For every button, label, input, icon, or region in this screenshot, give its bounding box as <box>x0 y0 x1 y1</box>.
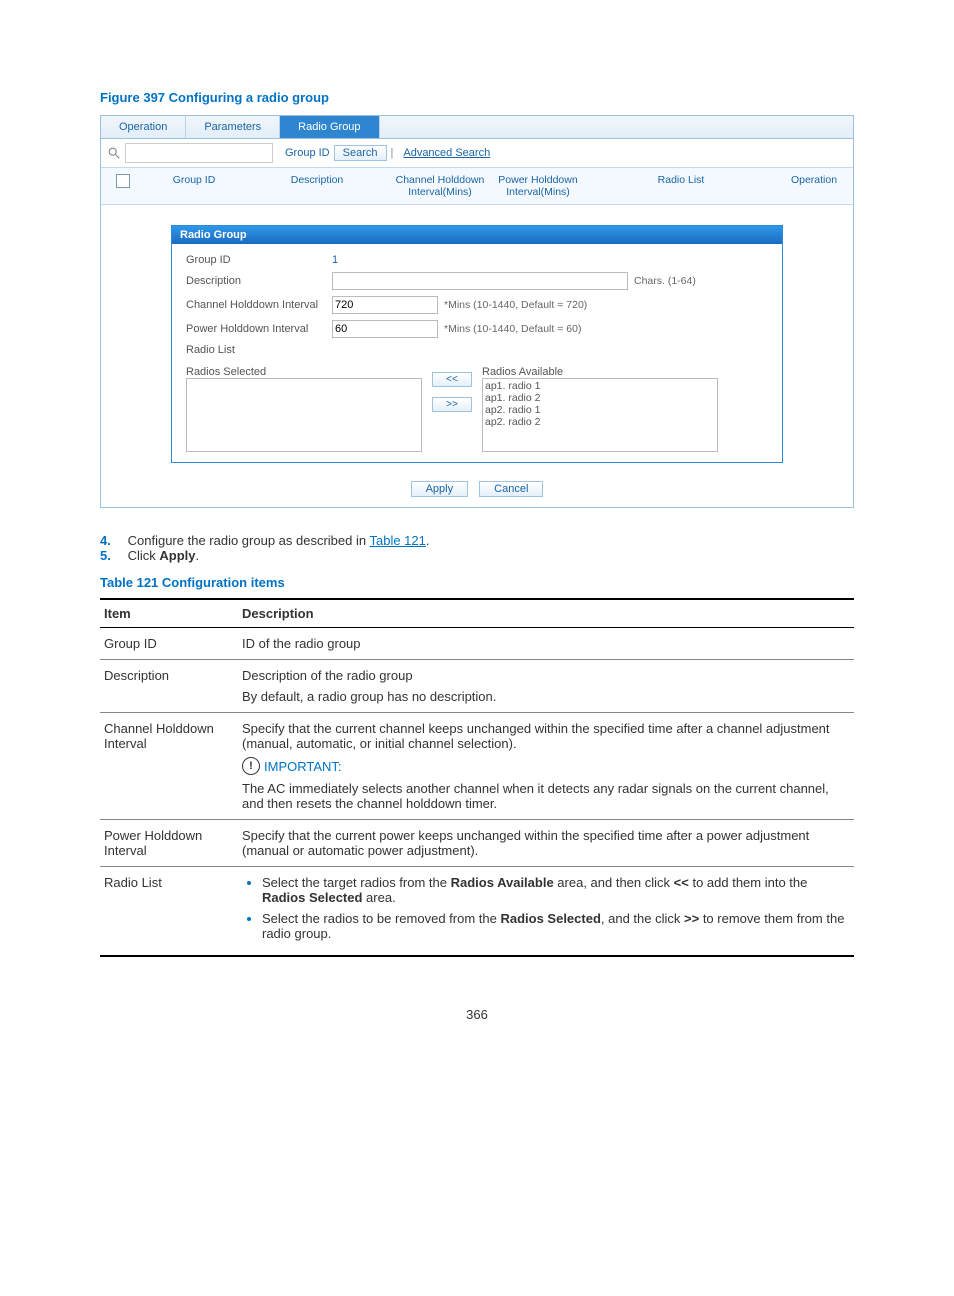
channel-holddown-note: *Mins (10-1440, Default = 720) <box>444 299 587 311</box>
step-text: . <box>426 533 430 548</box>
groupid-value: 1 <box>332 254 338 266</box>
search-groupid-label: Group ID <box>285 147 330 159</box>
channel-holddown-label: Channel Holddown Interval <box>186 299 326 311</box>
panel-head: Radio Group <box>172 226 782 244</box>
step-text: Configure the radio group as described i… <box>128 533 370 548</box>
th-item: Item <box>100 599 238 628</box>
config-table: Item Description Group ID ID of the radi… <box>100 598 854 957</box>
step-text: Click <box>128 548 160 563</box>
step-number: 5. <box>100 548 124 563</box>
search-bar: Group ID Search | Advanced Search <box>101 139 853 168</box>
screenshot-panel: Operation Parameters Radio Group Group I… <box>100 115 854 508</box>
step-number: 4. <box>100 533 124 548</box>
tab-operation[interactable]: Operation <box>101 116 186 138</box>
advanced-search-link[interactable]: Advanced Search <box>403 147 490 159</box>
cell-item: Radio List <box>100 867 238 957</box>
radio-list-label: Radio List <box>186 344 326 356</box>
cell-desc: Specify that the current power keeps unc… <box>238 820 854 867</box>
add-radio-button[interactable]: << <box>432 372 472 387</box>
page-number: 366 <box>100 1007 854 1022</box>
cell-item: Group ID <box>100 628 238 660</box>
groupid-label: Group ID <box>186 254 326 266</box>
cell-item: Channel Holddown Interval <box>100 713 238 820</box>
table-row: Description Description of the radio gro… <box>100 660 854 713</box>
radios-available-listbox[interactable]: ap1. radio 1 ap1. radio 2 ap2. radio 1 a… <box>482 378 718 452</box>
description-note: Chars. (1-64) <box>634 275 696 287</box>
channel-holddown-input[interactable] <box>332 296 438 314</box>
step-bold: Apply <box>159 548 195 563</box>
remove-radio-button[interactable]: >> <box>432 397 472 412</box>
tab-parameters[interactable]: Parameters <box>186 116 280 138</box>
th-description: Description <box>238 599 854 628</box>
list-item[interactable]: ap1. radio 1 <box>485 380 715 392</box>
power-holddown-input[interactable] <box>332 320 438 338</box>
col-operation: Operation <box>775 168 853 204</box>
cell-desc: Description of the radio group By defaul… <box>238 660 854 713</box>
power-holddown-label: Power Holddown Interval <box>186 323 326 335</box>
cell-desc: Select the target radios from the Radios… <box>238 867 854 957</box>
col-description: Description <box>243 168 391 204</box>
grid-header: Group ID Description Channel Holddown In… <box>101 168 853 205</box>
power-holddown-note: *Mins (10-1440, Default = 60) <box>444 323 581 335</box>
tab-bar: Operation Parameters Radio Group <box>101 116 853 139</box>
search-input[interactable] <box>125 143 273 163</box>
description-input[interactable] <box>332 272 628 290</box>
radios-selected-label: Radios Selected <box>186 366 422 378</box>
important-label: ! IMPORTANT: <box>242 757 342 775</box>
important-icon: ! <box>242 757 260 775</box>
col-power-holddown: Power Holddown Interval(Mins) <box>489 168 587 204</box>
radio-group-panel: Radio Group Group ID 1 Description Chars… <box>171 225 783 463</box>
cell-item: Power Holddown Interval <box>100 820 238 867</box>
table-row: Radio List Select the target radios from… <box>100 867 854 957</box>
search-icon <box>107 146 121 160</box>
cell-desc: ID of the radio group <box>238 628 854 660</box>
table-row: Group ID ID of the radio group <box>100 628 854 660</box>
apply-button[interactable]: Apply <box>411 481 469 497</box>
table-link[interactable]: Table 121 <box>369 533 425 548</box>
figure-title: Figure 397 Configuring a radio group <box>100 90 854 105</box>
table-title: Table 121 Configuration items <box>100 575 854 590</box>
tab-radio-group[interactable]: Radio Group <box>280 116 379 138</box>
col-radio-list: Radio List <box>587 168 775 204</box>
radios-selected-listbox[interactable] <box>186 378 422 452</box>
steps: 4. Configure the radio group as describe… <box>100 533 854 563</box>
table-row: Channel Holddown Interval Specify that t… <box>100 713 854 820</box>
cell-desc: Specify that the current channel keeps u… <box>238 713 854 820</box>
description-label: Description <box>186 275 326 287</box>
radios-available-label: Radios Available <box>482 366 718 378</box>
cell-item: Description <box>100 660 238 713</box>
list-item[interactable]: ap1. radio 2 <box>485 392 715 404</box>
list-item[interactable]: ap2. radio 2 <box>485 416 715 428</box>
list-item[interactable]: ap2. radio 1 <box>485 404 715 416</box>
select-all-checkbox[interactable] <box>116 174 130 188</box>
step-text: . <box>196 548 200 563</box>
col-groupid: Group ID <box>145 168 243 204</box>
search-button[interactable]: Search <box>334 145 387 161</box>
col-channel-holddown: Channel Holddown Interval(Mins) <box>391 168 489 204</box>
cancel-button[interactable]: Cancel <box>479 481 543 497</box>
table-row: Power Holddown Interval Specify that the… <box>100 820 854 867</box>
